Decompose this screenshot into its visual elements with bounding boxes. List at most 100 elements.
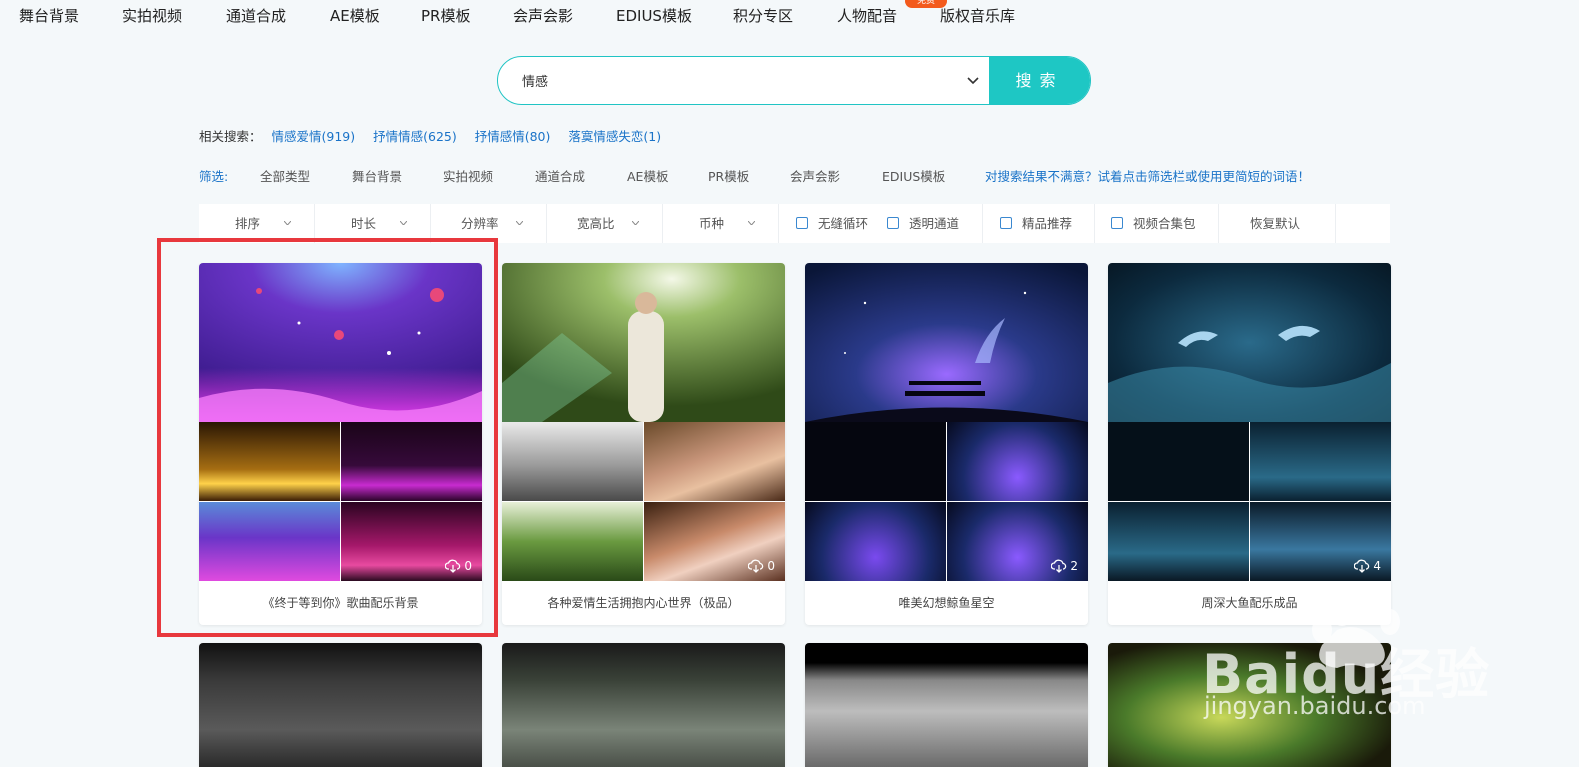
video-card[interactable]: 2 唯美幻想鲸鱼星空 bbox=[805, 263, 1088, 625]
search-input[interactable] bbox=[522, 57, 952, 104]
nav-item-voice[interactable]: 人物配音 bbox=[837, 5, 897, 26]
loop-channel-group: 无缝循环 透明通道 bbox=[779, 204, 982, 243]
top-nav: 舞台背景 实拍视频 通道合成 AE模板 PR模板 会声会影 EDIUS模板 积分… bbox=[0, 0, 1579, 34]
thumbnail-forest-woman bbox=[502, 502, 643, 581]
thumbnail-dark bbox=[1108, 422, 1249, 501]
chevron-down-icon[interactable] bbox=[964, 71, 982, 89]
related-label: 相关搜索： bbox=[199, 129, 262, 144]
nav-item-edius[interactable]: EDIUS模板 bbox=[616, 5, 692, 26]
premium-checkbox[interactable] bbox=[1000, 217, 1012, 229]
card-thumbnail: 2 bbox=[805, 263, 1088, 581]
aspect-dropdown[interactable]: 宽高比 bbox=[547, 204, 663, 243]
related-link[interactable]: 情感爱情(919) bbox=[272, 129, 356, 144]
video-card[interactable]: 4 周深大鱼配乐成品 bbox=[1108, 263, 1391, 625]
reset-label: 恢复默认 bbox=[1250, 216, 1301, 231]
thumbnail-whale-sky bbox=[805, 502, 946, 581]
card-title[interactable]: 各种爱情生活拥抱内心世界（极品） bbox=[502, 581, 785, 625]
video-card-particles[interactable] bbox=[1108, 643, 1391, 767]
download-count-value: 4 bbox=[1373, 559, 1381, 573]
caret-down-icon bbox=[632, 221, 639, 225]
download-count-value: 0 bbox=[464, 559, 472, 573]
related-link[interactable]: 抒情情感(625) bbox=[373, 129, 457, 144]
download-count: 0 bbox=[445, 559, 472, 573]
bundle-checkbox[interactable] bbox=[1111, 217, 1123, 229]
card-thumbnail: 4 bbox=[1108, 263, 1391, 581]
duration-dropdown[interactable]: 时长 bbox=[315, 204, 431, 243]
card-title[interactable]: 唯美幻想鲸鱼星空 bbox=[805, 581, 1088, 625]
video-card[interactable]: 0 《终于等到你》歌曲配乐背景 bbox=[199, 263, 482, 625]
filter-vsp[interactable]: 会声会影 bbox=[790, 166, 840, 185]
card-thumbnail: 0 bbox=[502, 263, 785, 581]
card-title[interactable]: 《终于等到你》歌曲配乐背景 bbox=[199, 581, 482, 625]
caret-down-icon bbox=[748, 221, 755, 225]
sort-dropdown[interactable]: 排序 bbox=[199, 204, 315, 243]
nav-item-pr[interactable]: PR模板 bbox=[421, 5, 470, 26]
nav-item-ae[interactable]: AE模板 bbox=[330, 5, 380, 26]
nav-item-channel[interactable]: 通道合成 bbox=[226, 5, 286, 26]
filter-stage-bg[interactable]: 舞台背景 bbox=[352, 166, 402, 185]
thumbnail-whale-sea bbox=[1250, 422, 1391, 501]
premium-filter[interactable]: 精品推荐 bbox=[982, 204, 1095, 243]
seamless-loop-label: 无缝循环 bbox=[818, 216, 869, 231]
card-title[interactable]: 周深大鱼配乐成品 bbox=[1108, 581, 1391, 625]
search-button[interactable]: 搜索 bbox=[989, 57, 1090, 104]
alpha-channel-label: 透明通道 bbox=[909, 216, 960, 231]
filter-live-video[interactable]: 实拍视频 bbox=[443, 166, 493, 185]
related-link[interactable]: 抒情感情(80) bbox=[475, 129, 551, 144]
bundle-filter[interactable]: 视频合集包 bbox=[1095, 204, 1219, 243]
thumbnail-purple-particles bbox=[341, 422, 482, 501]
currency-label: 币种 bbox=[699, 216, 725, 231]
video-card-parking[interactable] bbox=[502, 643, 785, 767]
video-card-tunnel[interactable] bbox=[199, 643, 482, 767]
related-link[interactable]: 落寞情感失恋(1) bbox=[568, 129, 661, 144]
aspect-label: 宽高比 bbox=[577, 216, 615, 231]
download-count-value: 2 bbox=[1070, 559, 1078, 573]
currency-dropdown[interactable]: 币种 bbox=[663, 204, 779, 243]
seamless-loop-checkbox[interactable] bbox=[796, 217, 808, 229]
thumbnail-main bbox=[502, 263, 785, 422]
thumbnail-couple-silhouette bbox=[502, 422, 643, 501]
thumbnail-night-bench bbox=[947, 422, 1088, 501]
reset-button[interactable]: 恢复默认 bbox=[1219, 204, 1336, 243]
thumbnail-main bbox=[805, 263, 1088, 422]
video-card[interactable]: 0 各种爱情生活拥抱内心世界（极品） bbox=[502, 263, 785, 625]
thumbnail-main bbox=[1108, 263, 1391, 422]
duration-label: 时长 bbox=[351, 216, 377, 231]
type-filter: 筛选: 全部类型 舞台背景 实拍视频 通道合成 AE模板 PR模板 会声会影 E… bbox=[199, 166, 1389, 184]
cloud-download-icon bbox=[1051, 559, 1067, 573]
download-count-value: 0 bbox=[767, 559, 775, 573]
premium-label: 精品推荐 bbox=[1022, 216, 1073, 231]
bundle-label: 视频合集包 bbox=[1133, 216, 1196, 231]
filter-all[interactable]: 全部类型 bbox=[260, 166, 310, 185]
card-thumbnail: 0 bbox=[199, 263, 482, 581]
thumbnail-blue-purple bbox=[199, 502, 340, 581]
cloud-download-icon bbox=[445, 559, 461, 573]
video-card-blur[interactable] bbox=[805, 643, 1088, 767]
filter-ae[interactable]: AE模板 bbox=[627, 166, 668, 185]
download-count: 4 bbox=[1354, 559, 1381, 573]
filter-hint-link[interactable]: 对搜索结果不满意？试着点击筛选栏或使用更简短的词语！ bbox=[985, 166, 1310, 185]
sort-bar: 排序 时长 分辨率 宽高比 币种 无缝循环 透明通道 精品推荐 视频合集包 恢复… bbox=[199, 204, 1390, 243]
thumbnail-main bbox=[199, 263, 482, 422]
nav-item-live-video[interactable]: 实拍视频 bbox=[122, 5, 182, 26]
thumbnail-two-whales bbox=[1108, 502, 1249, 581]
download-count: 0 bbox=[748, 559, 775, 573]
alpha-channel-checkbox[interactable] bbox=[887, 217, 899, 229]
caret-down-icon bbox=[516, 221, 523, 225]
download-count: 2 bbox=[1051, 559, 1078, 573]
search-box: 搜索 bbox=[497, 56, 1091, 105]
related-searches: 相关搜索： 情感爱情(919) 抒情情感(625) 抒情感情(80) 落寞情感失… bbox=[199, 126, 675, 145]
nav-item-vsp[interactable]: 会声会影 bbox=[513, 5, 573, 26]
resolution-dropdown[interactable]: 分辨率 bbox=[431, 204, 547, 243]
nav-item-points[interactable]: 积分专区 bbox=[733, 5, 793, 26]
filter-edius[interactable]: EDIUS模板 bbox=[882, 166, 945, 185]
nav-item-stage-bg[interactable]: 舞台背景 bbox=[19, 5, 79, 26]
filter-channel[interactable]: 通道合成 bbox=[535, 166, 585, 185]
resolution-label: 分辨率 bbox=[461, 216, 499, 231]
cloud-download-icon bbox=[748, 559, 764, 573]
filter-label: 筛选: bbox=[199, 169, 229, 184]
caret-down-icon bbox=[284, 221, 291, 225]
filter-pr[interactable]: PR模板 bbox=[708, 166, 749, 185]
thumbnail-gold-rays bbox=[199, 422, 340, 501]
nav-item-music[interactable]: 版权音乐库 bbox=[940, 5, 1015, 26]
